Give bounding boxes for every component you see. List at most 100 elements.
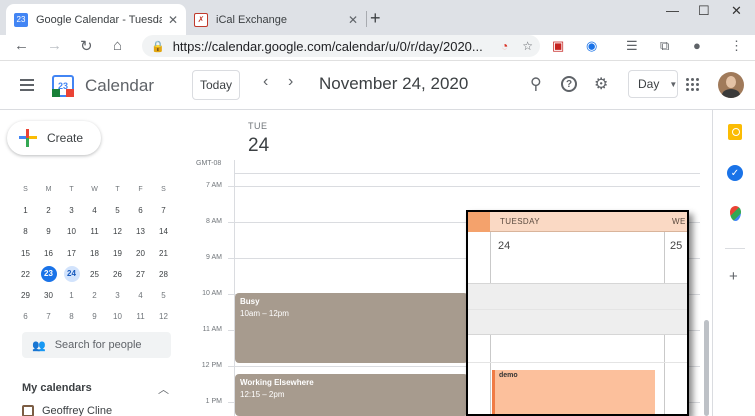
address-bar[interactable]: 🔒 https://calendar.google.com/calendar/u… xyxy=(142,35,540,57)
mini-calendar-day[interactable]: 27 xyxy=(129,270,152,279)
profile-icon[interactable]: ● xyxy=(693,38,701,53)
main-menu-icon[interactable] xyxy=(20,79,34,94)
mini-calendar-day[interactable]: 25 xyxy=(83,270,106,279)
mini-calendar-day[interactable]: 7 xyxy=(37,312,60,321)
mini-calendar-day[interactable]: 12 xyxy=(152,312,175,321)
google-calendar-favicon: 23 xyxy=(14,12,28,27)
mini-calendar-day[interactable]: 5 xyxy=(106,206,129,215)
mini-calendar-day[interactable]: 10 xyxy=(106,312,129,321)
mini-calendar-day[interactable]: 26 xyxy=(106,270,129,279)
search-icon[interactable]: ⚲ xyxy=(530,74,542,94)
mini-calendar-day[interactable]: 2 xyxy=(83,291,106,300)
google-apps-icon[interactable] xyxy=(686,78,700,91)
next-day-icon[interactable]: › xyxy=(288,73,293,91)
tab-google-calendar[interactable]: 23 Google Calendar - Tuesday, November 2… xyxy=(6,4,186,35)
mini-calendar-day[interactable]: 15 xyxy=(14,249,37,258)
calendar-checkbox[interactable] xyxy=(22,405,34,416)
mini-calendar-day[interactable]: 7 xyxy=(152,206,175,215)
mini-calendar-day[interactable]: 21 xyxy=(152,249,175,258)
mini-calendar-day-number: 12 xyxy=(159,312,168,322)
previous-day-icon[interactable]: ‹ xyxy=(263,73,268,91)
mini-calendar-day[interactable]: 16 xyxy=(37,249,60,258)
extension-icon[interactable]: ▣ xyxy=(552,38,564,54)
mini-calendar-day[interactable]: 14 xyxy=(152,227,175,236)
mini-calendar-day[interactable]: 18 xyxy=(83,249,106,258)
mini-calendar-day-number: 6 xyxy=(23,312,28,322)
hour-gridline xyxy=(228,186,700,187)
collections-icon[interactable]: ⧉ xyxy=(660,38,669,54)
mini-calendar-day[interactable]: 8 xyxy=(14,227,37,236)
search-people-input[interactable]: 👥 Search for people xyxy=(22,332,171,358)
mini-calendar-day-number: 7 xyxy=(46,312,51,322)
mini-calendar-day[interactable]: 8 xyxy=(60,312,83,321)
keep-icon[interactable] xyxy=(728,124,742,140)
help-icon[interactable]: ? xyxy=(561,76,577,92)
mini-calendar-day[interactable]: 11 xyxy=(129,312,152,321)
mini-calendar-day[interactable]: 28 xyxy=(152,270,175,279)
mini-calendar-day[interactable]: 10 xyxy=(60,227,83,236)
grid-scrollbar[interactable] xyxy=(704,320,709,416)
event-title: Busy xyxy=(240,297,260,306)
chevron-up-icon[interactable]: ︿ xyxy=(158,381,169,397)
mini-calendar-day[interactable]: 4 xyxy=(83,206,106,215)
mini-calendar-day[interactable]: 9 xyxy=(83,312,106,321)
mini-calendar-day[interactable]: 23 xyxy=(37,266,60,283)
close-tab-icon[interactable]: ✕ xyxy=(168,13,178,27)
calendar-item[interactable]: Geoffrey Cline xyxy=(22,405,112,416)
mini-calendar-day[interactable]: 13 xyxy=(129,227,152,236)
ical-event-demo[interactable]: demo xyxy=(492,370,655,414)
mini-calendar-day[interactable]: 29 xyxy=(14,291,37,300)
maps-icon[interactable] xyxy=(730,206,741,221)
minimize-window-button[interactable]: — xyxy=(666,3,679,18)
event-working-elsewhere[interactable]: Working Elsewhere 12:15 – 2pm xyxy=(235,374,468,416)
mini-calendar-day[interactable]: 1 xyxy=(60,291,83,300)
reload-icon[interactable]: ↻ xyxy=(80,37,93,55)
blocked-notification-icon[interactable]: ◔ xyxy=(501,39,508,53)
mini-calendar-day-number: 1 xyxy=(23,206,28,216)
mini-calendar-day[interactable]: 2 xyxy=(37,206,60,215)
browser-tab-strip: 23 Google Calendar - Tuesday, November 2… xyxy=(0,0,755,35)
view-selector[interactable]: Day ▼ xyxy=(628,70,678,98)
mini-calendar-day[interactable]: 12 xyxy=(106,227,129,236)
account-avatar[interactable] xyxy=(718,72,744,98)
mini-calendar-day-number: 2 xyxy=(92,291,97,301)
close-tab-icon[interactable]: ✕ xyxy=(348,13,358,27)
today-button[interactable]: Today xyxy=(192,70,240,100)
mini-calendar-day[interactable]: 9 xyxy=(37,227,60,236)
mini-calendar-day[interactable]: 17 xyxy=(60,249,83,258)
mini-calendar-day[interactable]: 22 xyxy=(14,270,37,279)
mini-calendar-day[interactable]: 30 xyxy=(37,291,60,300)
mini-calendar-day[interactable]: 11 xyxy=(83,227,106,236)
bookmark-star-icon[interactable]: ☆ xyxy=(522,39,533,53)
add-addon-icon[interactable]: + xyxy=(729,268,738,285)
day-number[interactable]: 24 xyxy=(248,135,269,157)
event-time: 10am – 12pm xyxy=(240,309,289,318)
new-tab-button[interactable]: + xyxy=(370,8,381,29)
mini-calendar-day[interactable]: 1 xyxy=(14,206,37,215)
mini-calendar-day[interactable]: 6 xyxy=(14,312,37,321)
tab-ical-exchange[interactable]: ✗ iCal Exchange ✕ xyxy=(186,4,366,35)
create-button[interactable]: Create xyxy=(7,121,101,155)
tasks-icon[interactable]: ✓ xyxy=(727,165,743,181)
mini-calendar-day-number: 14 xyxy=(159,227,168,237)
maximize-window-button[interactable]: ☐ xyxy=(698,3,710,19)
mini-calendar-day[interactable]: 19 xyxy=(106,249,129,258)
mini-calendar-day[interactable]: 24 xyxy=(60,266,83,283)
mini-calendar-day[interactable]: 3 xyxy=(106,291,129,300)
mini-calendar-day[interactable]: 4 xyxy=(129,291,152,300)
mini-calendar-day-number: 29 xyxy=(21,291,30,301)
settings-gear-icon[interactable]: ⚙ xyxy=(594,74,608,94)
close-window-button[interactable]: ✕ xyxy=(731,3,742,19)
event-busy[interactable]: Busy 10am – 12pm xyxy=(235,293,468,363)
mini-calendar-day[interactable]: 20 xyxy=(129,249,152,258)
back-arrow-icon[interactable]: ← xyxy=(14,37,29,54)
home-icon[interactable]: ⌂ xyxy=(113,37,122,54)
forward-arrow-icon[interactable]: → xyxy=(47,37,62,54)
mini-calendar-day[interactable]: 6 xyxy=(129,206,152,215)
mini-calendar-day[interactable]: 3 xyxy=(60,206,83,215)
mini-calendar-day[interactable]: 5 xyxy=(152,291,175,300)
my-calendars-title[interactable]: My calendars xyxy=(22,382,92,394)
browser-menu-icon[interactable]: ⋮ xyxy=(730,38,743,54)
password-manager-icon[interactable]: ◉ xyxy=(586,38,597,54)
reading-list-icon[interactable]: ☰ xyxy=(626,38,638,54)
